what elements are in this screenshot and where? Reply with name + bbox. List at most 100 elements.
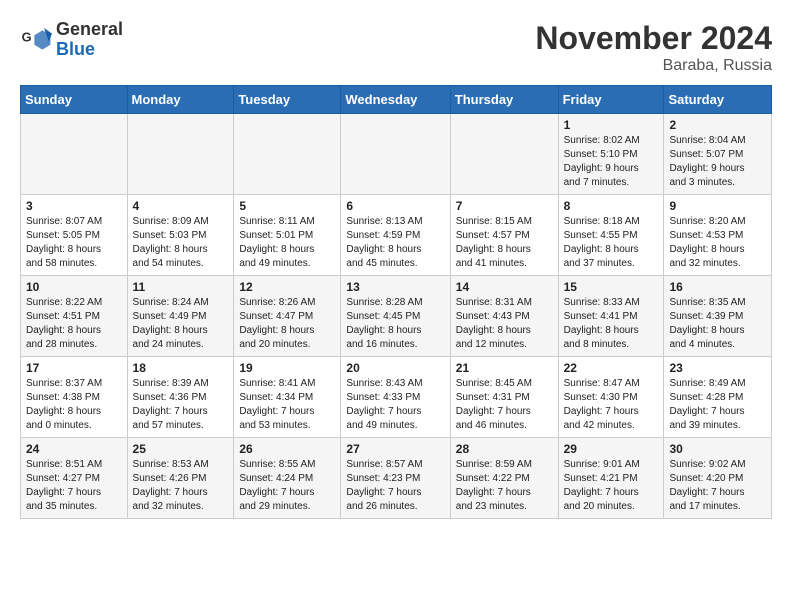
day-cell: 11Sunrise: 8:24 AM Sunset: 4:49 PM Dayli…	[127, 276, 234, 357]
calendar-table: SundayMondayTuesdayWednesdayThursdayFrid…	[20, 85, 772, 519]
week-row-3: 10 Sunrise: 8:22 AM Sunset: 4:51 PM Dayli…	[21, 276, 772, 357]
day-info: Sunrise: 8:26 AM Sunset: 4:47 PM Dayligh…	[239, 296, 335, 352]
day-info: Sunrise: 8:24 AM Sunset: 4:49 PM Dayligh…	[133, 296, 229, 352]
day-number: 28	[456, 442, 553, 456]
day-number: 5	[239, 199, 335, 213]
day-number: 17	[26, 361, 122, 375]
day-info: Sunrise: 8:09 AM Sunset: 5:03 PM Dayligh…	[133, 215, 229, 271]
svg-text:G: G	[22, 29, 32, 44]
day-number: 14	[456, 280, 553, 294]
day-cell: 8 Sunrise: 8:18 AM Sunset: 4:55 PM Daylig…	[558, 195, 664, 276]
day-cell: 29Sunrise: 9:01 AM Sunset: 4:21 PM Dayli…	[558, 438, 664, 519]
day-info: Sunrise: 8:47 AM Sunset: 4:30 PM Dayligh…	[564, 377, 659, 433]
logo-icon: G	[20, 24, 52, 56]
day-info: Sunrise: 9:01 AM Sunset: 4:21 PM Dayligh…	[564, 458, 659, 514]
day-number: 6	[346, 199, 444, 213]
day-info: Sunrise: 8:31 AM Sunset: 4:43 PM Dayligh…	[456, 296, 553, 352]
location: Baraba, Russia	[535, 57, 772, 75]
logo-text: General Blue	[56, 20, 123, 60]
day-info: Sunrise: 8:39 AM Sunset: 4:36 PM Dayligh…	[133, 377, 229, 433]
day-info: Sunrise: 8:35 AM Sunset: 4:39 PM Dayligh…	[669, 296, 766, 352]
day-number: 9	[669, 199, 766, 213]
day-cell: 28Sunrise: 8:59 AM Sunset: 4:22 PM Dayli…	[450, 438, 558, 519]
day-number: 12	[239, 280, 335, 294]
day-cell: 4Sunrise: 8:09 AM Sunset: 5:03 PM Daylig…	[127, 195, 234, 276]
day-info: Sunrise: 8:22 AM Sunset: 4:51 PM Dayligh…	[26, 296, 122, 352]
day-info: Sunrise: 8:51 AM Sunset: 4:27 PM Dayligh…	[26, 458, 122, 514]
day-cell: 25 Sunrise: 8:53 AM Sunset: 4:26 PM Dayli…	[127, 438, 234, 519]
day-number: 8	[564, 199, 659, 213]
day-cell: 20 Sunrise: 8:43 AM Sunset: 4:33 PM Dayli…	[341, 357, 450, 438]
day-info: Sunrise: 8:18 AM Sunset: 4:55 PM Dayligh…	[564, 215, 659, 271]
day-info: Sunrise: 8:57 AM Sunset: 4:23 PM Dayligh…	[346, 458, 444, 514]
day-cell: 6 Sunrise: 8:13 AM Sunset: 4:59 PM Daylig…	[341, 195, 450, 276]
day-cell: 30 Sunrise: 9:02 AM Sunset: 4:20 PM Dayli…	[664, 438, 772, 519]
day-number: 1	[564, 118, 659, 132]
day-number: 26	[239, 442, 335, 456]
day-cell: 21 Sunrise: 8:45 AM Sunset: 4:31 PM Dayli…	[450, 357, 558, 438]
day-info: Sunrise: 8:13 AM Sunset: 4:59 PM Dayligh…	[346, 215, 444, 271]
day-number: 2	[669, 118, 766, 132]
weekday-saturday: Saturday	[664, 86, 772, 114]
day-cell	[234, 114, 341, 195]
day-number: 13	[346, 280, 444, 294]
day-number: 10	[26, 280, 122, 294]
day-cell: 19Sunrise: 8:41 AM Sunset: 4:34 PM Dayli…	[234, 357, 341, 438]
week-row-2: 3 Sunrise: 8:07 AM Sunset: 5:05 PM Daylig…	[21, 195, 772, 276]
week-row-5: 24 Sunrise: 8:51 AM Sunset: 4:27 PM Dayli…	[21, 438, 772, 519]
day-info: Sunrise: 8:02 AM Sunset: 5:10 PM Dayligh…	[564, 134, 659, 190]
day-cell: 27 Sunrise: 8:57 AM Sunset: 4:23 PM Dayli…	[341, 438, 450, 519]
logo-blue-text: Blue	[56, 40, 123, 60]
day-number: 23	[669, 361, 766, 375]
day-number: 24	[26, 442, 122, 456]
day-number: 20	[346, 361, 444, 375]
day-info: Sunrise: 8:43 AM Sunset: 4:33 PM Dayligh…	[346, 377, 444, 433]
day-number: 7	[456, 199, 553, 213]
day-cell: 18 Sunrise: 8:39 AM Sunset: 4:36 PM Dayli…	[127, 357, 234, 438]
day-number: 16	[669, 280, 766, 294]
day-cell: 2Sunrise: 8:04 AM Sunset: 5:07 PM Daylig…	[664, 114, 772, 195]
day-number: 27	[346, 442, 444, 456]
day-info: Sunrise: 9:02 AM Sunset: 4:20 PM Dayligh…	[669, 458, 766, 514]
day-info: Sunrise: 8:28 AM Sunset: 4:45 PM Dayligh…	[346, 296, 444, 352]
day-info: Sunrise: 8:45 AM Sunset: 4:31 PM Dayligh…	[456, 377, 553, 433]
day-info: Sunrise: 8:53 AM Sunset: 4:26 PM Dayligh…	[133, 458, 229, 514]
week-row-4: 17Sunrise: 8:37 AM Sunset: 4:38 PM Dayli…	[21, 357, 772, 438]
weekday-tuesday: Tuesday	[234, 86, 341, 114]
day-cell: 15Sunrise: 8:33 AM Sunset: 4:41 PM Dayli…	[558, 276, 664, 357]
day-cell: 23 Sunrise: 8:49 AM Sunset: 4:28 PM Dayli…	[664, 357, 772, 438]
day-number: 21	[456, 361, 553, 375]
day-cell: 9Sunrise: 8:20 AM Sunset: 4:53 PM Daylig…	[664, 195, 772, 276]
day-cell: 1 Sunrise: 8:02 AM Sunset: 5:10 PM Daylig…	[558, 114, 664, 195]
day-info: Sunrise: 8:49 AM Sunset: 4:28 PM Dayligh…	[669, 377, 766, 433]
day-cell: 7 Sunrise: 8:15 AM Sunset: 4:57 PM Daylig…	[450, 195, 558, 276]
title-block: November 2024 Baraba, Russia	[535, 20, 772, 75]
day-cell: 16 Sunrise: 8:35 AM Sunset: 4:39 PM Dayli…	[664, 276, 772, 357]
weekday-sunday: Sunday	[21, 86, 128, 114]
day-number: 15	[564, 280, 659, 294]
month-title: November 2024	[535, 20, 772, 57]
weekday-friday: Friday	[558, 86, 664, 114]
day-cell: 12 Sunrise: 8:26 AM Sunset: 4:47 PM Dayli…	[234, 276, 341, 357]
day-cell	[450, 114, 558, 195]
weekday-wednesday: Wednesday	[341, 86, 450, 114]
day-number: 18	[133, 361, 229, 375]
day-number: 3	[26, 199, 122, 213]
day-cell: 5Sunrise: 8:11 AM Sunset: 5:01 PM Daylig…	[234, 195, 341, 276]
day-cell	[127, 114, 234, 195]
day-info: Sunrise: 8:41 AM Sunset: 4:34 PM Dayligh…	[239, 377, 335, 433]
weekday-header-row: SundayMondayTuesdayWednesdayThursdayFrid…	[21, 86, 772, 114]
weekday-thursday: Thursday	[450, 86, 558, 114]
day-cell: 3 Sunrise: 8:07 AM Sunset: 5:05 PM Daylig…	[21, 195, 128, 276]
day-info: Sunrise: 8:15 AM Sunset: 4:57 PM Dayligh…	[456, 215, 553, 271]
day-info: Sunrise: 8:55 AM Sunset: 4:24 PM Dayligh…	[239, 458, 335, 514]
day-info: Sunrise: 8:07 AM Sunset: 5:05 PM Dayligh…	[26, 215, 122, 271]
day-number: 25	[133, 442, 229, 456]
day-cell	[341, 114, 450, 195]
logo-general-text: General	[56, 20, 123, 40]
day-number: 30	[669, 442, 766, 456]
page-header: G General Blue November 2024 Baraba, Rus…	[20, 20, 772, 75]
day-cell: 10 Sunrise: 8:22 AM Sunset: 4:51 PM Dayli…	[21, 276, 128, 357]
day-cell: 26 Sunrise: 8:55 AM Sunset: 4:24 PM Dayli…	[234, 438, 341, 519]
day-number: 22	[564, 361, 659, 375]
